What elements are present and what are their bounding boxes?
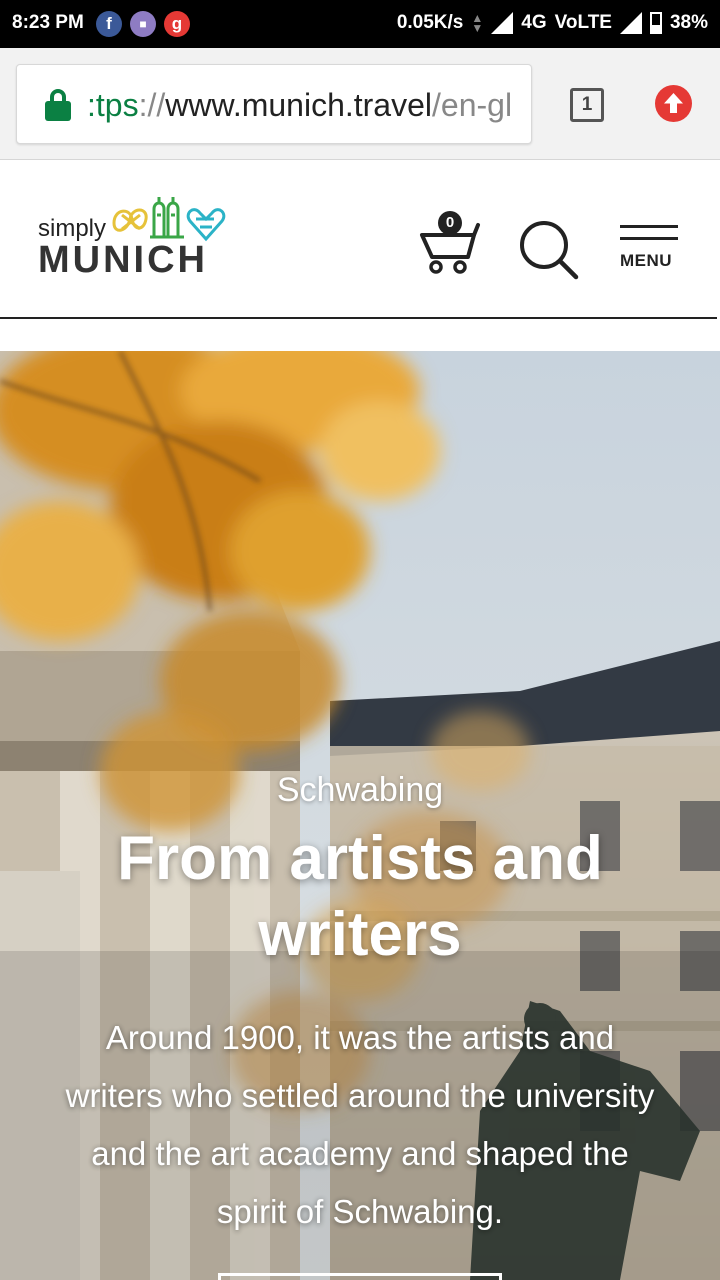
cart-count-badge: 0 [438,211,462,235]
lock-icon[interactable] [45,89,71,121]
status-time: 8:23 PM [12,12,84,33]
cart-button[interactable]: 0 [418,211,482,275]
browser-toolbar: :tps://www.munich.travel/en-gl 1 [0,48,720,160]
network-type: 4G [521,12,547,33]
update-available-icon[interactable] [655,85,692,122]
battery-icon [649,12,662,34]
url-host: www.munich.travel [165,87,432,123]
signal-icon [491,12,514,34]
site-header: simply MUNICH 0 MENU [0,161,720,351]
url-protocol: :tps [87,87,139,123]
hero-cta-button[interactable] [218,1273,502,1280]
battery-percent: 38% [669,12,708,33]
network-speed: 0.05K/s [396,12,464,33]
hero-title: From artists and writers [117,824,603,969]
g-app-icon: g [164,11,190,37]
hero-banner[interactable]: Schwabing From artists and writers Aroun… [0,351,720,1280]
volte-label: VoLTE [554,12,612,33]
hamburger-icon [620,225,678,228]
simply-munich-logo[interactable]: simply MUNICH [38,193,238,283]
logo-munich-text: MUNICH [38,239,208,281]
search-icon [520,221,579,280]
hero-kicker: Schwabing [276,771,444,809]
header-divider [0,317,717,319]
facebook-icon: f [96,11,122,37]
url-text[interactable]: :tps://www.munich.travel/en-gl [87,87,512,124]
hero-description: Around 1900, it was the artists and writ… [65,1019,655,1230]
search-button[interactable] [518,219,580,281]
tab-switcher-button[interactable]: 1 [570,88,604,122]
menu-label: MENU [620,251,673,270]
url-separator: :// [138,87,166,123]
notification-icons: f ■ g [96,11,190,37]
status-bar: 8:23 PM f ■ g 0.05K/s ▲ ▼ 4G VoLTE 38% [0,0,720,48]
url-path: /en-gl [432,87,513,123]
url-bar[interactable]: :tps://www.munich.travel/en-gl [16,64,532,144]
status-right: 0.05K/s ▲ ▼ 4G VoLTE 38% [397,12,708,34]
logo-marks-icon [112,197,226,242]
data-activity-icon: ▲ ▼ [471,11,484,35]
menu-button[interactable]: MENU [620,225,680,275]
messenger-app-icon: ■ [130,11,156,37]
signal-icon-2 [619,12,642,34]
hamburger-icon-bar [620,237,678,240]
